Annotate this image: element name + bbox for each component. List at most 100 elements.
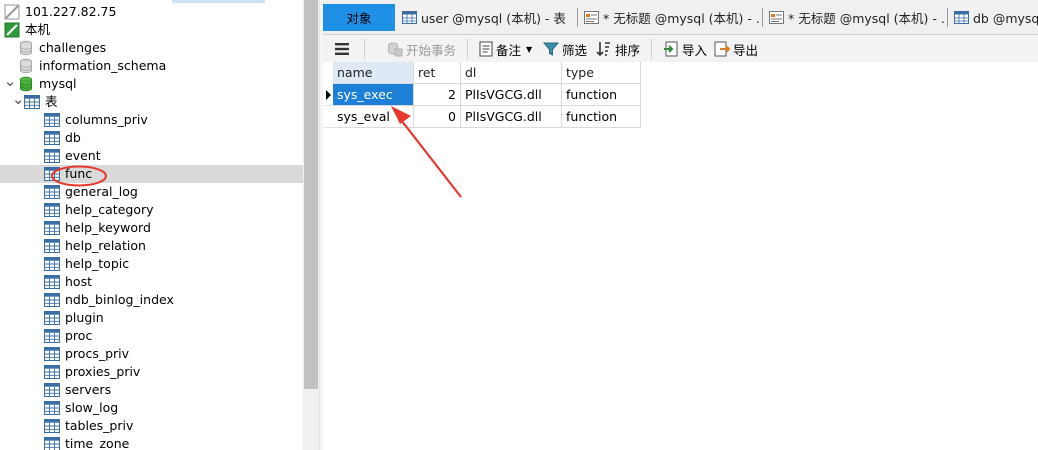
export-button[interactable]: 导出	[714, 38, 758, 60]
tree-item-mysql[interactable]: ⌄ mysql	[0, 74, 303, 93]
tree-item-label: procs_priv	[65, 346, 130, 361]
cell-type[interactable]: function	[562, 106, 641, 128]
table-icon	[44, 275, 60, 289]
tree-item-label: challenges	[39, 40, 107, 55]
tree-item-label: help_keyword	[65, 220, 151, 235]
query-icon	[584, 11, 599, 24]
column-header-dl[interactable]: dl	[461, 62, 562, 84]
cell-ret[interactable]: 0	[414, 106, 461, 128]
row-header[interactable]	[323, 84, 333, 106]
tree-item-tables-folder[interactable]: ⌄ 表	[0, 92, 303, 111]
connection-host-label: 101.227.82.75	[25, 4, 117, 19]
tree-item-proc[interactable]: proc	[0, 327, 303, 345]
connection-icon	[4, 4, 20, 20]
table-icon	[44, 149, 60, 163]
table-icon	[44, 401, 60, 415]
tree-item-db[interactable]: db	[0, 129, 303, 147]
tree-item-host[interactable]: host	[0, 273, 303, 291]
tree-item-label: columns_priv	[65, 112, 148, 127]
sort-button[interactable]: 排序	[596, 38, 640, 60]
sort-label: 排序	[615, 42, 641, 58]
toolbar-divider	[364, 39, 365, 59]
tree-item-challenges[interactable]: challenges	[0, 39, 303, 57]
tree-item-slow-log[interactable]: slow_log	[0, 399, 303, 417]
tree-item-event[interactable]: event	[0, 147, 303, 165]
column-header-type[interactable]: type	[562, 62, 641, 84]
filter-button[interactable]: 筛选	[543, 38, 587, 60]
tree-item-help-topic[interactable]: help_topic	[0, 255, 303, 273]
cell-dl[interactable]: PlIsVGCG.dll	[461, 106, 562, 128]
table-icon	[44, 131, 60, 145]
tree-item-label: 本机	[25, 22, 51, 37]
table-icon	[44, 113, 60, 127]
tree-item-label: plugin	[65, 310, 104, 325]
tree-item-label: tables_priv	[65, 418, 134, 433]
tree-item-label: db	[65, 130, 81, 145]
tree-item-help-relation[interactable]: help_relation	[0, 237, 303, 255]
cell-name[interactable]: sys_eval	[333, 106, 414, 128]
tab-untitled-query-1[interactable]: * 无标题 @mysql (本机) - ...	[578, 4, 761, 31]
table-icon	[44, 293, 60, 307]
tree-item-label: help_topic	[65, 256, 130, 271]
tree-item-label: host	[65, 274, 92, 289]
table-icon	[44, 257, 60, 271]
tree-item-label: help_relation	[65, 238, 146, 253]
column-header-ret[interactable]: ret	[414, 62, 461, 84]
cell-ret[interactable]: 2	[414, 84, 461, 106]
table-icon	[44, 239, 60, 253]
tree-item-label: mysql	[39, 76, 77, 91]
tree-item-connection[interactable]: 本机	[0, 21, 303, 39]
table-icon	[44, 311, 60, 325]
transaction-icon	[388, 42, 403, 57]
tree-item-label: 表	[45, 94, 58, 109]
navigation-pane: 101.227.82.75 本机 challenges information_sc…	[0, 0, 321, 450]
tree-item-columns-priv[interactable]: columns_priv	[0, 111, 303, 129]
menu-button[interactable]	[334, 38, 353, 60]
connection-icon	[4, 22, 20, 38]
tree-item-information-schema[interactable]: information_schema	[0, 57, 303, 75]
tree-item-label: slow_log	[65, 400, 119, 415]
tree-item-func[interactable]: func	[0, 165, 303, 183]
tree-item-servers[interactable]: servers	[0, 381, 303, 399]
note-button[interactable]: 备注 ▼	[479, 38, 532, 60]
tree-item-help-keyword[interactable]: help_keyword	[0, 219, 303, 237]
cell-type[interactable]: function	[562, 84, 641, 106]
tree-item-label: event	[65, 148, 101, 163]
tree-item-help-category[interactable]: help_category	[0, 201, 303, 219]
begin-transaction-button[interactable]: 开始事务	[387, 38, 456, 60]
chevron-down-icon[interactable]: ⌄	[12, 92, 25, 107]
tree-item-label: proxies_priv	[65, 364, 141, 379]
tree-item-procs-priv[interactable]: procs_priv	[0, 345, 303, 363]
sidebar-scrollbar-thumb[interactable]	[304, 0, 318, 389]
table-icon	[44, 329, 60, 343]
tab-db-table[interactable]: db @mysql (本机) -	[948, 4, 1038, 31]
query-icon	[769, 11, 784, 24]
column-header-name[interactable]: name	[333, 62, 414, 84]
tree-item-time-zone[interactable]: time_zone	[0, 435, 303, 450]
database-icon	[20, 58, 32, 74]
row-header[interactable]	[323, 106, 333, 128]
tab-label: 对象	[346, 11, 372, 26]
tab-untitled-query-2[interactable]: * 无标题 @mysql (本机) - ...	[763, 4, 946, 31]
tree-item-proxies-priv[interactable]: proxies_priv	[0, 363, 303, 381]
tab-user-table[interactable]: user @mysql (本机) - 表	[396, 4, 576, 31]
tab-label: * 无标题 @mysql (本机) - ...	[788, 11, 946, 26]
tree-item-tables-priv[interactable]: tables_priv	[0, 417, 303, 435]
tree-item-label: proc	[65, 328, 93, 343]
chevron-down-icon[interactable]: ⌄	[2, 74, 18, 89]
cell-dl[interactable]: PlIsVGCG.dll	[461, 84, 562, 106]
tab-objects[interactable]: 对象	[323, 4, 395, 31]
tables-folder-icon	[24, 95, 40, 109]
table-icon	[954, 11, 969, 24]
table-icon	[44, 347, 60, 361]
tree-item-plugin[interactable]: plugin	[0, 309, 303, 327]
tree-item-ndb-binlog-index[interactable]: ndb_binlog_index	[0, 291, 303, 309]
tree-item-connection-header[interactable]: 101.227.82.75	[0, 3, 303, 21]
table-icon	[44, 365, 60, 379]
note-icon	[479, 41, 493, 57]
cell-name[interactable]: sys_exec	[333, 84, 414, 106]
import-icon	[664, 41, 678, 57]
note-dropdown-arrow-icon[interactable]: ▼	[526, 45, 532, 54]
tree-item-general-log[interactable]: general_log	[0, 183, 303, 201]
import-button[interactable]: 导入	[663, 38, 707, 60]
